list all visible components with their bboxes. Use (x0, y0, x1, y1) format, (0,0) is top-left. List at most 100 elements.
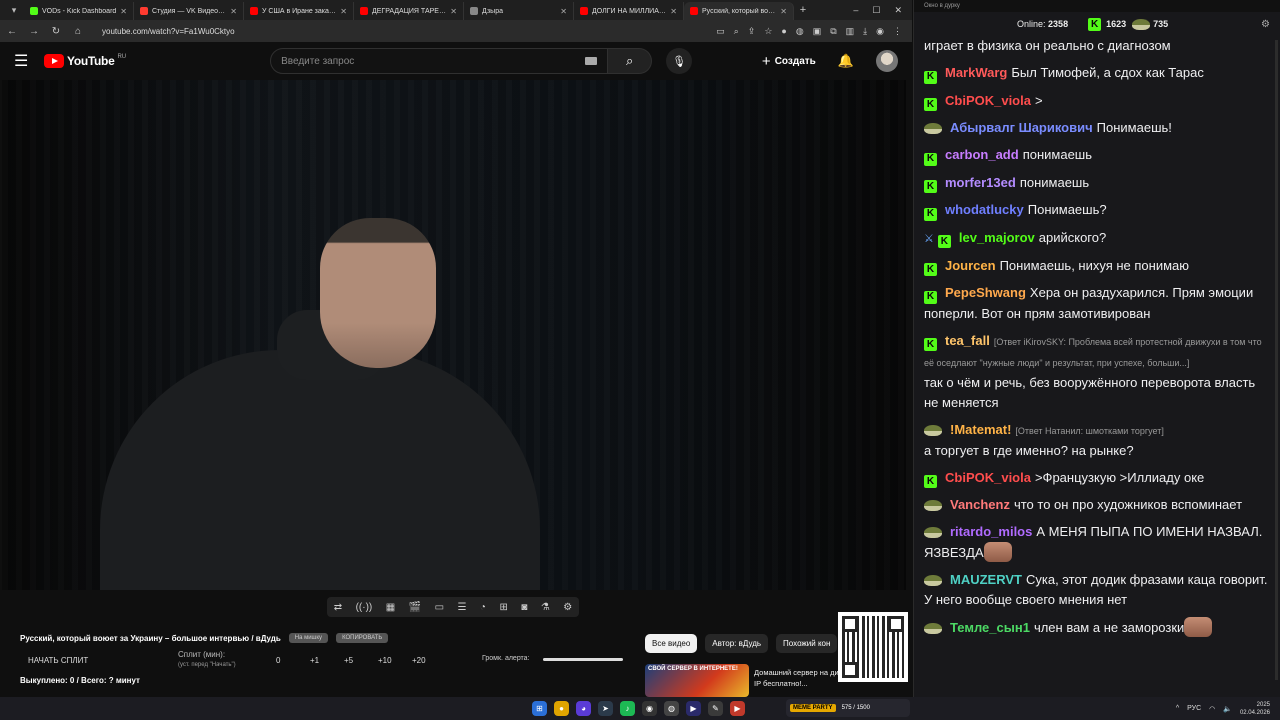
tray-expand-icon[interactable]: ^ (1176, 705, 1179, 712)
video-player[interactable] (2, 80, 906, 590)
spotify-icon[interactable]: ♪ (620, 701, 635, 716)
taskbar-widget[interactable]: MEME PARTY 575 / 1500 (786, 699, 910, 717)
chat-username[interactable]: Jourcen (945, 258, 996, 273)
new-tab-button[interactable]: + (794, 4, 812, 16)
na-mishku-button[interactable]: На мишку (288, 633, 329, 643)
chat-username[interactable]: MAUZERVT (950, 572, 1022, 587)
puzzle-icon[interactable]: ⧉ (830, 26, 836, 37)
start-split-button[interactable]: НАЧАТЬ СПЛИТ (28, 656, 178, 665)
alert-volume-slider[interactable] (543, 658, 623, 661)
chat-username[interactable]: Абырвалг Шарикович (950, 120, 1093, 135)
clock[interactable]: 2025 02.04.2026 (1240, 701, 1270, 717)
keyboard-icon[interactable] (585, 57, 598, 65)
notifications-bell-icon[interactable]: 🔔 (838, 53, 854, 69)
browser-tab[interactable]: ДЕГРАДАЦИЯ ТАРЕЛОЧНИ...✕ (354, 2, 464, 20)
split-add-5-button[interactable]: +5 (344, 656, 378, 665)
tab-close-icon[interactable]: ✕ (450, 7, 457, 16)
hamburger-menu-icon[interactable]: ☰ (14, 51, 36, 71)
chat-username[interactable]: PepeShwang (945, 285, 1026, 300)
chat-username[interactable]: CbiPOK_viola (945, 470, 1031, 485)
volume-icon[interactable]: 🔈 (1223, 705, 1232, 713)
chat-username[interactable]: whodatlucky (945, 202, 1024, 217)
youtube-logo[interactable]: YouTube RU (44, 54, 126, 68)
speed-icon[interactable]: ◔ (480, 602, 486, 613)
recommended-thumbnail[interactable]: СВОЙ СЕРВЕР В ИНТЕРНЕТЕ! (645, 664, 749, 697)
menu-icon[interactable]: ⋮ (893, 26, 902, 37)
obs-icon[interactable]: ◉ (642, 701, 657, 716)
browser-tab[interactable]: Русский, который воюет...✕ (684, 2, 794, 20)
chat-settings-icon[interactable]: ⚙ (1261, 19, 1270, 30)
profile-icon[interactable]: ◉ (876, 26, 884, 37)
chat-username[interactable]: CbiPOK_viola (945, 93, 1031, 108)
pip-icon[interactable]: ▭ (435, 602, 444, 613)
cinema-icon[interactable]: ▦ (386, 602, 395, 613)
chip-all-videos[interactable]: Все видео (645, 634, 698, 653)
chat-username[interactable]: Vanchenz (950, 497, 1010, 512)
settings-icon[interactable]: ⚙ (563, 602, 572, 613)
bookmark-icon[interactable]: ☆ (764, 26, 772, 37)
app-icon[interactable]: ◍ (664, 701, 679, 716)
tab-list-icon[interactable]: ▾ (4, 2, 24, 18)
youtube-app-icon[interactable]: ▶ (730, 701, 745, 716)
discord-icon[interactable]: ◕ (576, 701, 591, 716)
back-icon[interactable]: ← (6, 26, 18, 37)
chat-username[interactable]: Темле_сын1 (950, 620, 1030, 635)
browser-tab[interactable]: ДОЛГИ НА МИЛЛИАРДЫ В... ✕ (574, 2, 684, 20)
chat-username[interactable]: !Matemat! (950, 422, 1011, 437)
chrome-icon[interactable]: ● (554, 701, 569, 716)
browser-tab[interactable]: У США в Иране заканчива...✕ (244, 2, 354, 20)
create-button[interactable]: + Создать (762, 53, 816, 70)
tab-close-icon[interactable]: ✕ (560, 7, 567, 16)
zoom-icon[interactable]: ⌕ (734, 26, 739, 37)
clapper-icon[interactable]: 🎬 (409, 602, 421, 613)
tab-close-icon[interactable]: ✕ (230, 7, 237, 16)
tab-close-icon[interactable]: ✕ (780, 7, 787, 16)
chip-similar[interactable]: Похожий кон (776, 634, 838, 653)
search-input[interactable]: Введите запрос (270, 48, 609, 74)
share-icon[interactable]: ⇪ (748, 26, 756, 37)
chat-username[interactable]: lev_majorov (959, 230, 1035, 245)
language-indicator[interactable]: РУС (1187, 705, 1201, 712)
url-field[interactable]: youtube.com/watch?v=Fa1Wu0Cktyo (94, 27, 706, 36)
split-add-20-button[interactable]: +20 (412, 656, 446, 665)
tab-close-icon[interactable]: ✕ (120, 7, 127, 16)
reload-icon[interactable]: ↻ (50, 26, 62, 37)
screenshot-icon[interactable]: ◙ (521, 602, 527, 613)
extension-icon[interactable]: ▣ (813, 26, 822, 37)
chat-username[interactable]: ritardo_milos (950, 524, 1032, 539)
close-icon[interactable]: ✕ (894, 5, 902, 16)
home-icon[interactable]: ⌂ (72, 26, 84, 37)
maximize-icon[interactable]: ☐ (872, 5, 880, 16)
telegram-icon[interactable]: ➤ (598, 701, 613, 716)
chat-username[interactable]: carbon_add (945, 147, 1019, 162)
search-button[interactable]: ⌕ (608, 48, 653, 74)
wifi-icon[interactable]: ◠ (1209, 705, 1215, 713)
split-add-1-button[interactable]: +1 (310, 656, 344, 665)
chat-username[interactable]: morfer13ed (945, 175, 1016, 190)
extension-icon[interactable]: ◍ (796, 26, 804, 37)
voice-search-button[interactable]: 🎙 (666, 48, 693, 74)
sidebar-icon[interactable]: ▥ (846, 26, 855, 37)
add-icon[interactable]: ⊞ (499, 602, 507, 613)
split-add-10-button[interactable]: +10 (378, 656, 412, 665)
chip-author[interactable]: Автор: вДудь (705, 634, 769, 653)
chat-scrollbar[interactable] (1275, 40, 1278, 680)
tool-icon[interactable]: ✎ (708, 701, 723, 716)
start-menu-icon[interactable]: ⊞ (532, 701, 547, 716)
chat-username[interactable]: MarkWarg (945, 65, 1007, 80)
cast-icon[interactable]: ▭ (716, 26, 725, 37)
download-icon[interactable]: ⤓ (863, 26, 867, 37)
loop-icon[interactable]: ⇄ (334, 602, 342, 613)
avatar[interactable] (876, 50, 898, 72)
subtitles-icon[interactable]: ☰ (457, 602, 466, 613)
media-icon[interactable]: ▶ (686, 701, 701, 716)
chat-username[interactable]: tea_fall (945, 333, 990, 348)
tab-close-icon[interactable]: ✕ (670, 7, 677, 16)
browser-tab[interactable]: VODs - Kick Dashboard ✕ (24, 2, 134, 20)
browser-tab[interactable]: Студия — VK Видео Live ✕ (134, 2, 244, 20)
tab-close-icon[interactable]: ✕ (340, 7, 347, 16)
extension-icon[interactable]: ● (781, 26, 786, 37)
flask-icon[interactable]: ⚗ (541, 602, 550, 613)
copy-button[interactable]: КОПИРОВАТЬ (336, 633, 389, 643)
minimize-icon[interactable]: – (853, 5, 858, 16)
